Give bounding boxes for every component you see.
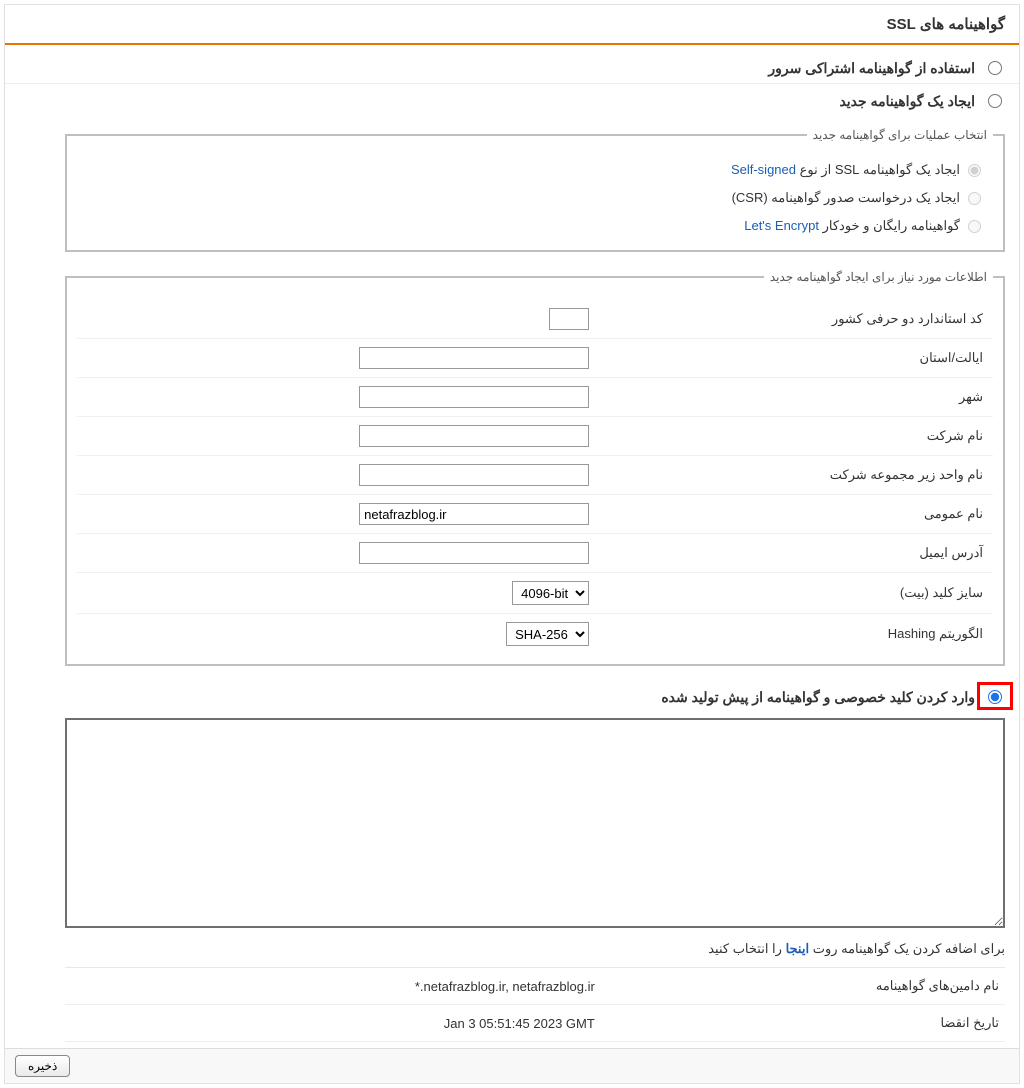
input-common-name[interactable] [359,503,589,525]
cert-info-table: کد استاندارد دو حرفی کشور ایالت/استان شه… [77,300,993,654]
select-hashing[interactable]: SHA-256 [506,622,589,646]
action-lets-encrypt[interactable]: گواهینامه رایگان و خودکار Let's Encrypt [89,218,981,234]
self-signed-link[interactable]: Self-signed [731,162,796,177]
option-paste-label: وارد کردن کلید خصوصی و گواهینامه از پیش … [19,688,975,706]
label-key-size: سایز کلید (بیت) [599,573,993,614]
lets-encrypt-link[interactable]: Let's Encrypt [744,218,819,233]
label-email: آدرس ایمیل [599,534,993,573]
create-info-fieldset: اطلاعات مورد نیاز برای ایجاد گواهینامه ج… [65,270,1005,666]
root-cert-link[interactable]: اینجا [786,941,810,956]
highlight-box [977,682,1013,710]
option-create-row: ایجاد یک گواهینامه جدید [5,84,1019,110]
option-shared-row: استفاده از گواهینامه اشتراکی سرور [5,51,1019,77]
label-province: ایالت/استان [599,339,993,378]
input-city[interactable] [359,386,589,408]
panel-title: گواهینامه های SSL [5,5,1019,45]
label-common-name: نام عمومی [599,495,993,534]
action-self-signed[interactable]: ایجاد یک گواهینامه SSL از نوع Self-signe… [89,162,981,178]
root-cert-info: برای اضافه کردن یک گواهینامه روت اینجا ر… [65,941,1005,957]
select-key-size[interactable]: 4096-bit [512,581,589,605]
input-org-unit[interactable] [359,464,589,486]
meta-domains-label: نام دامین‌های گواهینامه [601,968,1005,1005]
create-action-fieldset: انتخاب عملیات برای گواهینامه جدید ایجاد … [65,128,1005,252]
input-province[interactable] [359,347,589,369]
meta-expiry-value: Jan 3 05:51:45 2023 GMT [65,1005,601,1042]
input-email[interactable] [359,542,589,564]
label-country: کد استاندارد دو حرفی کشور [599,300,993,339]
option-paste-row: وارد کردن کلید خصوصی و گواهینامه از پیش … [5,680,1019,706]
label-hashing: الگوریتم Hashing [599,614,993,655]
input-country[interactable] [549,308,589,330]
option-create-label: ایجاد یک گواهینامه جدید [19,92,975,110]
action-csr[interactable]: ایجاد یک درخواست صدور گواهینامه (CSR) [89,190,981,206]
paste-cert-textarea[interactable] [65,718,1005,928]
label-org-unit: نام واحد زیر مجموعه شرکت [599,456,993,495]
input-company[interactable] [359,425,589,447]
action-csr-radio[interactable] [968,192,981,205]
option-shared-label: استفاده از گواهینامه اشتراکی سرور [19,59,975,77]
create-action-legend: انتخاب عملیات برای گواهینامه جدید [807,128,993,142]
option-create-radio[interactable] [988,94,1002,108]
action-lets-encrypt-radio[interactable] [968,220,981,233]
footer-bar: ذخیره [5,1048,1019,1083]
cert-meta-table: نام دامین‌های گواهینامه *.netafrazblog.i… [65,967,1005,1042]
action-self-signed-radio[interactable] [968,164,981,177]
ssl-certificates-panel: گواهینامه های SSL استفاده از گواهینامه ا… [4,4,1020,1084]
meta-expiry-label: تاریخ انقضا [601,1005,1005,1042]
meta-domains-value: *.netafrazblog.ir, netafrazblog.ir [65,968,601,1005]
ssl-options: استفاده از گواهینامه اشتراکی سرور ایجاد … [5,45,1019,1083]
label-company: نام شرکت [599,417,993,456]
label-city: شهر [599,378,993,417]
option-shared-radio[interactable] [988,61,1002,75]
save-button[interactable]: ذخیره [15,1055,70,1077]
create-info-legend: اطلاعات مورد نیاز برای ایجاد گواهینامه ج… [764,270,993,284]
